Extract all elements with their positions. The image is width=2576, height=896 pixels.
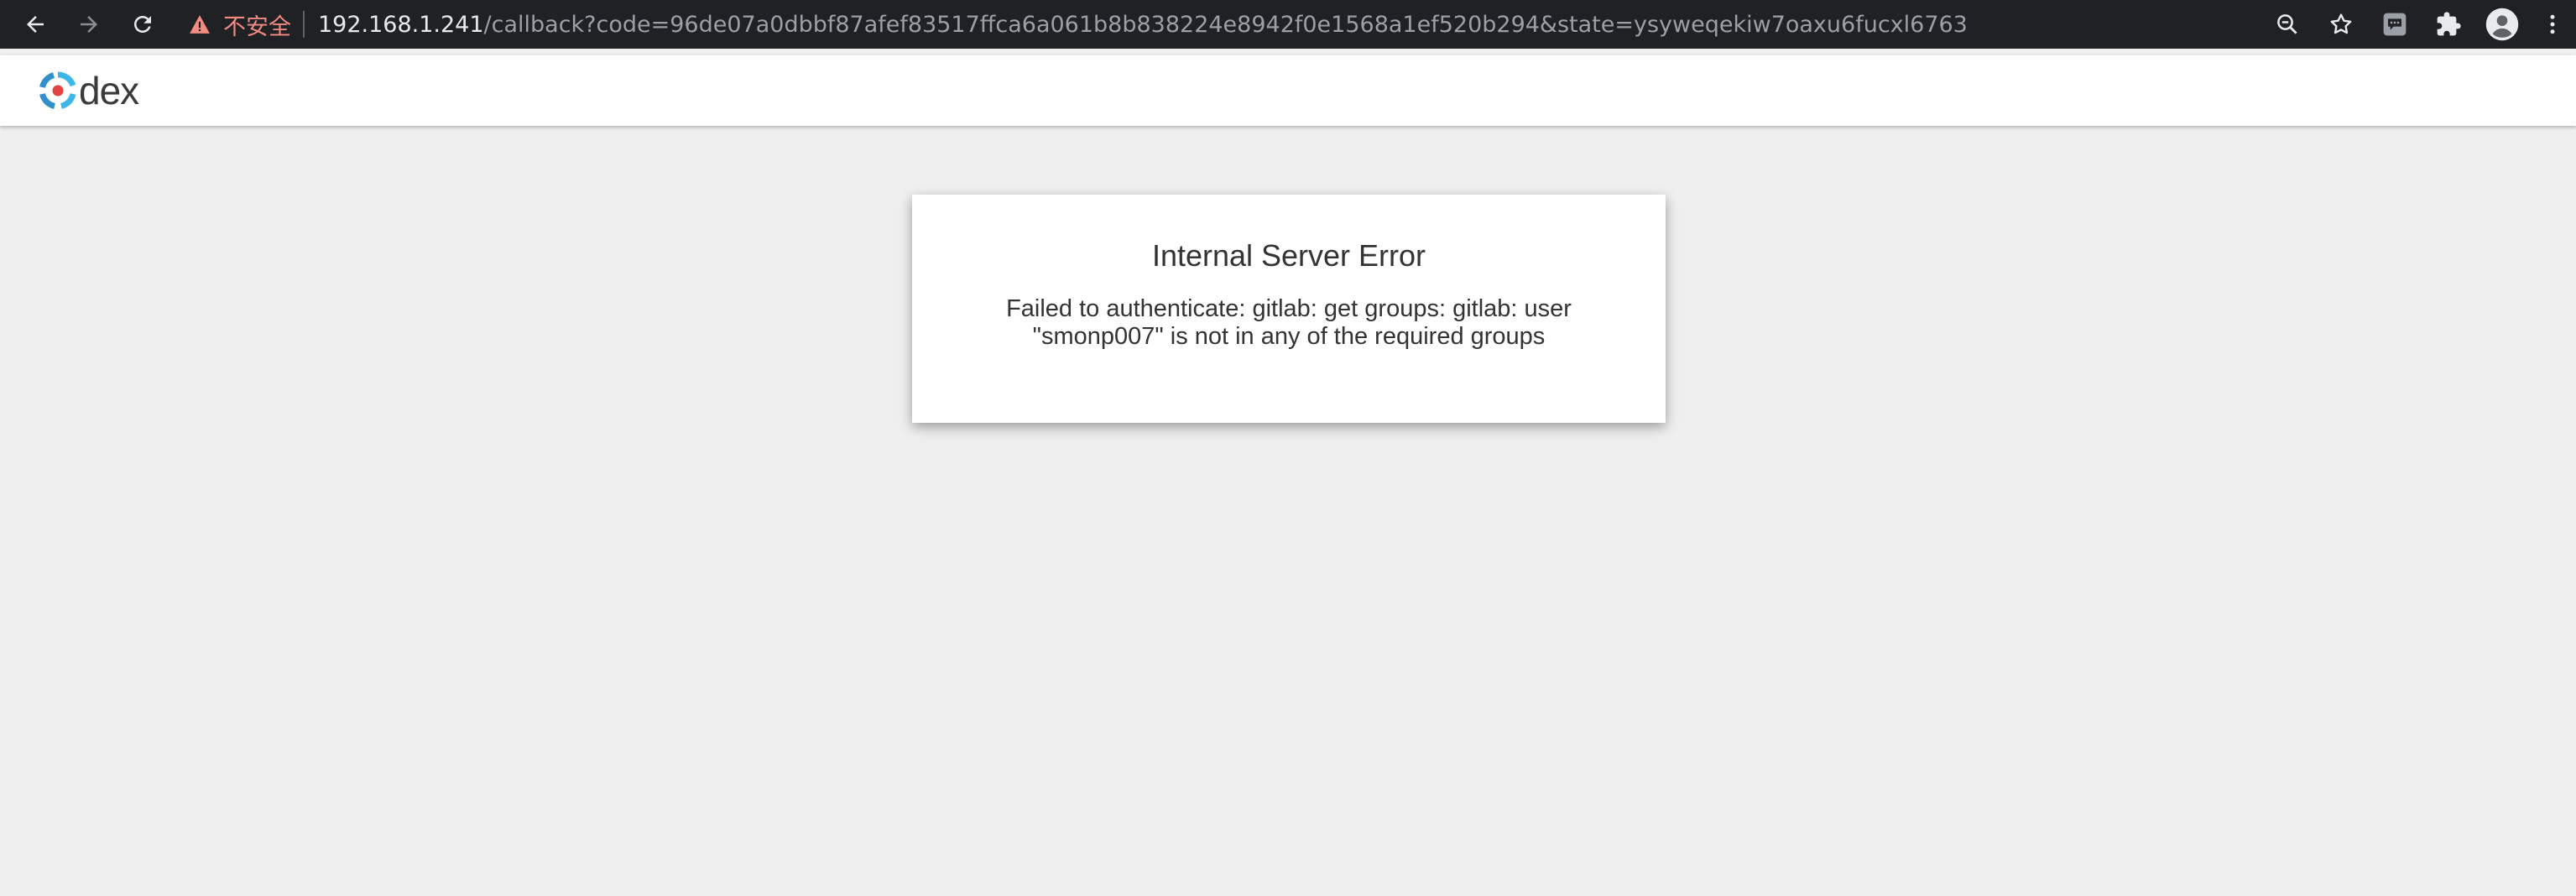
extension-button[interactable] [2368, 0, 2422, 49]
reload-button[interactable] [116, 0, 169, 49]
dex-logo-icon [39, 71, 76, 109]
avatar-icon [2485, 8, 2519, 41]
app-header: dex [0, 55, 2576, 126]
zoom-button[interactable] [2261, 0, 2314, 49]
browser-menu-button[interactable] [2529, 0, 2576, 49]
back-button[interactable] [8, 0, 62, 49]
url-host: 192.168.1.241 [318, 11, 484, 38]
forward-button[interactable] [62, 0, 116, 49]
error-panel: Internal Server Error Failed to authenti… [912, 195, 1666, 423]
arrow-left-icon [27, 16, 44, 33]
error-title: Internal Server Error [1151, 238, 1426, 273]
toolbar-actions [2261, 0, 2576, 49]
bookmark-button[interactable] [2314, 0, 2368, 49]
reload-icon [134, 16, 151, 33]
dex-logo-text: dex [79, 69, 139, 112]
omnibox-divider [303, 11, 305, 38]
warning-icon[interactable] [185, 14, 215, 34]
error-message: Failed to authenticate: gitlab: get grou… [1006, 295, 1572, 350]
zoom-out-icon [2277, 14, 2297, 34]
browser-toolbar: 不安全 192.168.1.241/callback?code=96de07a0… [0, 0, 2576, 49]
dex-logo[interactable]: dex [39, 69, 139, 112]
puzzle-icon [2437, 12, 2461, 36]
extensions-menu-button[interactable] [2422, 0, 2475, 49]
more-vertical-icon [2550, 14, 2555, 34]
url-path: /callback?code=96de07a0dbbf87afef83517ff… [483, 11, 1968, 38]
security-label[interactable]: 不安全 [223, 8, 291, 41]
address-bar[interactable]: 不安全 192.168.1.241/callback?code=96de07a0… [185, 3, 2232, 45]
chat-extension-icon [2383, 13, 2407, 36]
profile-button[interactable] [2475, 0, 2529, 49]
arrow-right-icon [81, 16, 97, 33]
star-icon [2330, 13, 2352, 34]
